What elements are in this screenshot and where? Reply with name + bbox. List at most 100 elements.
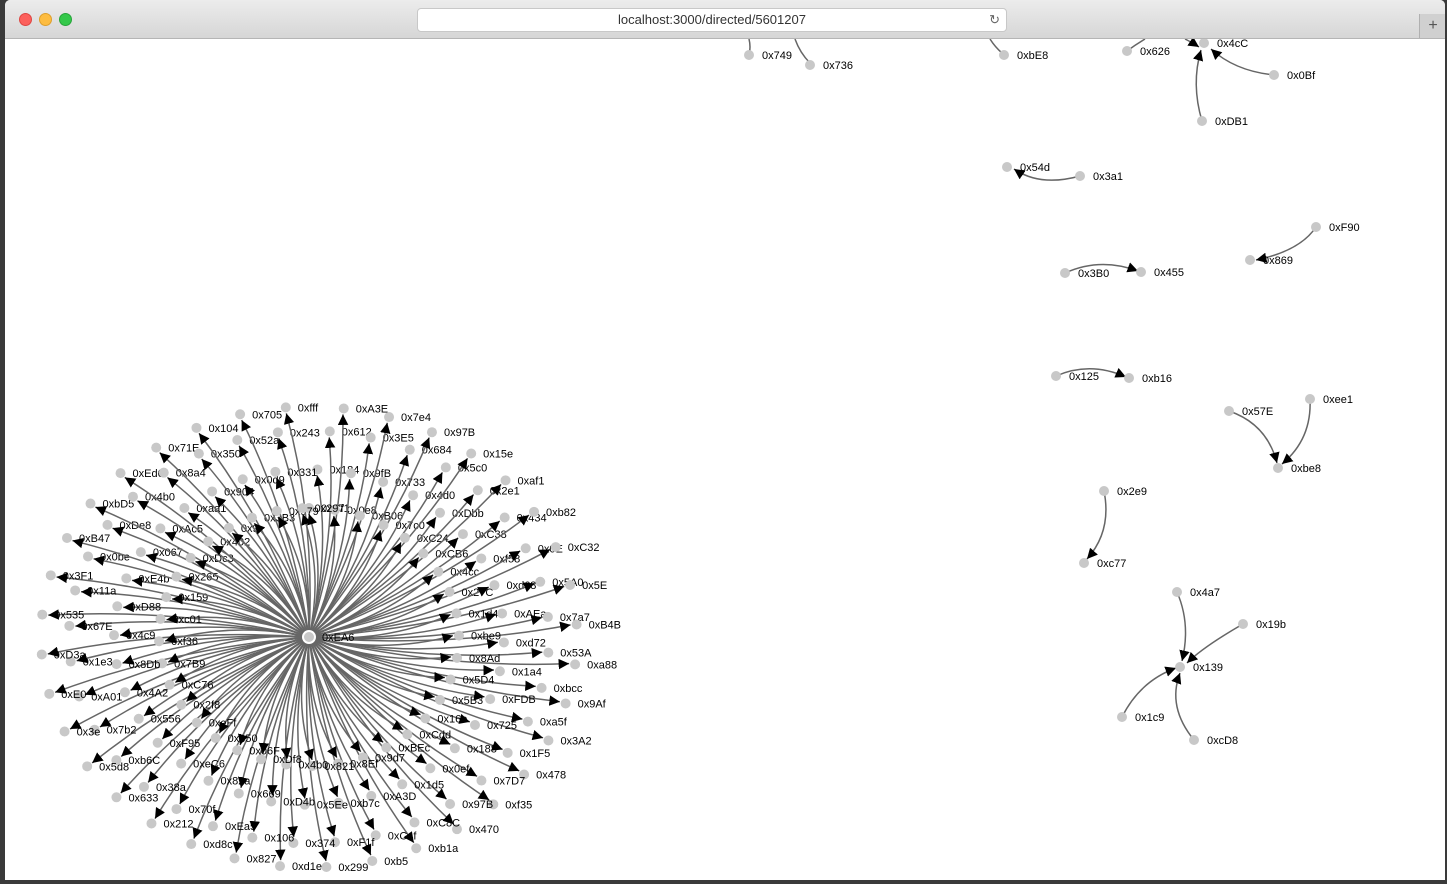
graph-node[interactable] (171, 571, 182, 582)
graph-node[interactable] (466, 448, 477, 459)
graph-node[interactable] (449, 743, 460, 754)
graph-node[interactable] (1172, 587, 1182, 597)
graph-node[interactable] (367, 855, 378, 866)
graph-node-group[interactable]: 0x749 (744, 50, 792, 62)
graph-node[interactable] (237, 474, 248, 485)
graph-node[interactable] (210, 732, 221, 743)
graph-node[interactable] (1199, 39, 1209, 48)
graph-node[interactable] (111, 792, 122, 803)
graph-node[interactable] (536, 682, 547, 693)
graph-node[interactable] (408, 490, 419, 501)
reload-icon[interactable]: ↻ (989, 9, 1000, 31)
graph-node-group[interactable]: 0x3a1 (1075, 171, 1123, 183)
graph-node[interactable] (404, 444, 415, 455)
graph-node[interactable] (1238, 619, 1248, 629)
graph-node[interactable] (232, 745, 243, 756)
graph-node-group[interactable]: 0x19b (1238, 619, 1286, 631)
graph-node[interactable] (191, 422, 202, 433)
graph-node[interactable] (744, 50, 754, 60)
graph-node[interactable] (127, 491, 138, 502)
graph-node[interactable] (433, 566, 444, 577)
graph-node[interactable] (158, 467, 169, 478)
graph-node[interactable] (121, 573, 132, 584)
graph-node[interactable] (445, 798, 456, 809)
graph-node[interactable] (1051, 371, 1061, 381)
graph-node[interactable] (565, 580, 576, 591)
graph-node[interactable] (36, 649, 47, 660)
graph-node[interactable] (805, 60, 815, 70)
graph-node[interactable] (82, 761, 93, 772)
graph-node[interactable] (324, 426, 335, 437)
graph-node[interactable] (45, 570, 56, 581)
graph-node[interactable] (489, 580, 500, 591)
graph-node[interactable] (1273, 463, 1283, 473)
graph-node[interactable] (1079, 558, 1089, 568)
graph-node[interactable] (85, 498, 96, 509)
graph-node[interactable] (535, 576, 546, 587)
graph-node-group[interactable]: 0xee1 (1305, 394, 1353, 406)
graph-node[interactable] (151, 442, 162, 453)
graph-node[interactable] (476, 775, 487, 786)
graph-node[interactable] (1305, 394, 1315, 404)
graph-node[interactable] (397, 779, 408, 790)
graph-node[interactable] (338, 403, 349, 414)
graph-node[interactable] (246, 512, 257, 523)
graph-node[interactable] (453, 630, 464, 641)
graph-node[interactable] (1002, 162, 1012, 172)
graph-node-group[interactable]: 0xcD8 (1189, 735, 1238, 747)
graph-node[interactable] (70, 585, 81, 596)
graph-node-group[interactable]: 0x57E (1224, 406, 1273, 418)
graph-node[interactable] (235, 409, 246, 420)
graph-node-group[interactable]: 0xDB1 (1197, 116, 1248, 128)
graph-node[interactable] (229, 853, 240, 864)
new-tab-button[interactable]: + (1419, 14, 1445, 38)
graph-node[interactable] (999, 50, 1009, 60)
graph-node[interactable] (176, 699, 187, 710)
graph-node[interactable] (354, 510, 365, 521)
graph-node[interactable] (321, 861, 332, 872)
graph-node[interactable] (112, 601, 123, 612)
graph-node[interactable] (203, 775, 214, 786)
graph-node[interactable] (1099, 486, 1109, 496)
graph-node[interactable] (155, 613, 166, 624)
graph-node[interactable] (399, 532, 410, 543)
graph-node[interactable] (381, 742, 392, 753)
graph-node[interactable] (186, 839, 197, 850)
graph-node-group[interactable]: 0x139 (1175, 662, 1223, 674)
graph-node[interactable] (378, 520, 389, 531)
graph-node[interactable] (176, 758, 187, 769)
graph-node[interactable] (203, 536, 214, 547)
graph-node[interactable] (452, 652, 463, 663)
graph-node[interactable] (440, 462, 451, 473)
graph-node[interactable] (233, 788, 244, 799)
graph-node[interactable] (297, 503, 308, 514)
graph-node[interactable] (1122, 46, 1132, 56)
graph-node[interactable] (500, 475, 511, 486)
graph-node[interactable] (1269, 70, 1279, 80)
graph-node[interactable] (1224, 406, 1234, 416)
graph-node[interactable] (497, 608, 508, 619)
graph-node[interactable] (64, 620, 75, 631)
graph-node[interactable] (270, 466, 281, 477)
graph-node[interactable] (275, 861, 286, 872)
graph-node[interactable] (135, 547, 146, 558)
graph-node[interactable] (232, 435, 243, 446)
graph-node[interactable] (115, 468, 126, 479)
graph-node[interactable] (191, 717, 202, 728)
graph-node-group[interactable]: 0x3B0 (1060, 268, 1109, 280)
graph-node[interactable] (543, 647, 554, 658)
graph-node[interactable] (146, 818, 157, 829)
graph-node[interactable] (1136, 267, 1146, 277)
graph-node[interactable] (102, 519, 113, 530)
graph-node[interactable] (44, 688, 55, 699)
graph-node[interactable] (345, 468, 356, 479)
graph-node[interactable] (485, 694, 496, 705)
minimize-window-button[interactable] (39, 13, 52, 26)
graph-node-group[interactable]: 0xbe8 (1273, 463, 1321, 475)
graph-node[interactable] (171, 804, 182, 815)
graph-node[interactable] (272, 427, 283, 438)
graph-node[interactable] (133, 713, 144, 724)
graph-node[interactable] (37, 609, 48, 620)
graph-node-group[interactable]: 0xb16 (1124, 373, 1172, 385)
graph-node-group[interactable]: 0x125 (1051, 371, 1099, 383)
